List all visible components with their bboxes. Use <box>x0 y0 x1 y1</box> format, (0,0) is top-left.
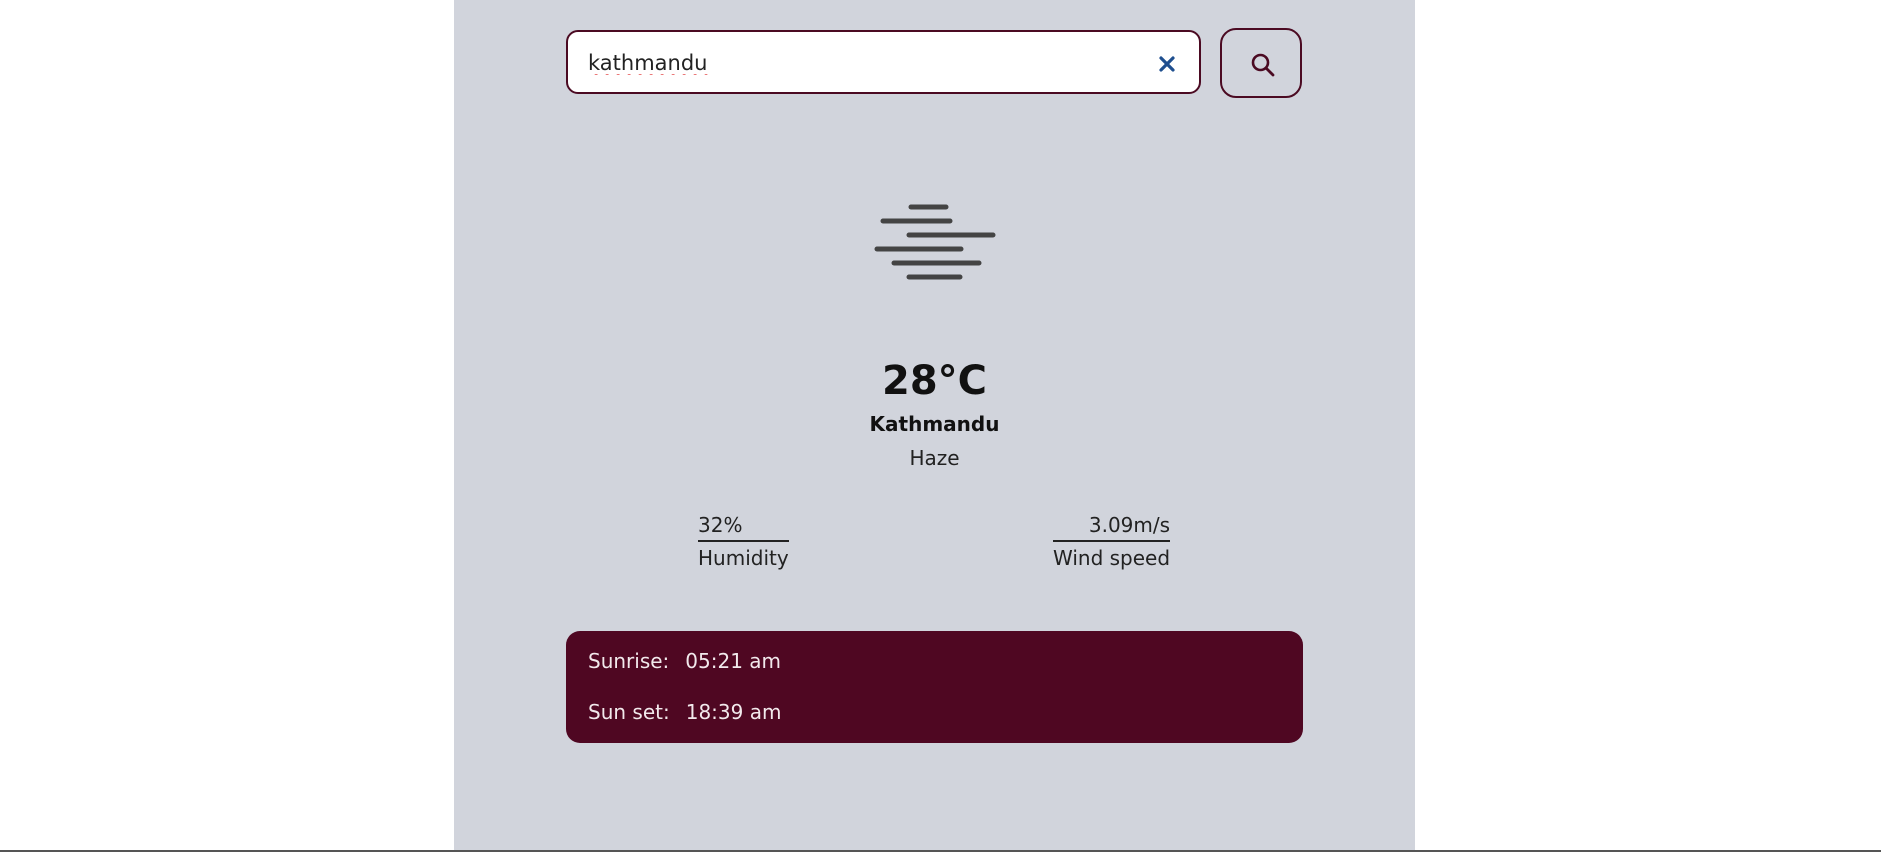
search-button[interactable] <box>1220 28 1302 98</box>
weather-app: 28°C Kathmandu Haze 32% Humidity 3.09m/s… <box>454 0 1415 852</box>
wind-speed-value: 3.09m/s <box>1053 512 1171 542</box>
sunrise-value: 05:21 am <box>685 649 782 673</box>
close-icon <box>1159 56 1175 72</box>
haze-icon <box>874 204 996 280</box>
sun-times-panel: Sunrise: 05:21 am Sun set: 18:39 am <box>566 631 1303 743</box>
sunset-row: Sun set: 18:39 am <box>588 700 781 724</box>
humidity-value: 32% <box>698 512 789 542</box>
search-icon <box>1251 53 1275 77</box>
weather-condition: Haze <box>909 446 960 470</box>
search-box <box>566 30 1201 94</box>
temperature: 28°C <box>881 358 988 404</box>
humidity-label: Humidity <box>698 546 789 570</box>
sunrise-label: Sunrise: <box>588 649 670 673</box>
sunrise-row: Sunrise: 05:21 am <box>588 649 781 673</box>
clear-search-button[interactable] <box>1155 52 1179 76</box>
search-input[interactable] <box>588 48 1148 78</box>
sunset-label: Sun set: <box>588 700 670 724</box>
city-name: Kathmandu <box>869 412 1000 436</box>
wind-speed-stat: 3.09m/s Wind speed <box>1053 512 1171 574</box>
humidity-stat: 32% Humidity <box>698 512 789 574</box>
sunset-value: 18:39 am <box>685 700 782 724</box>
wind-speed-label: Wind speed <box>1053 546 1171 570</box>
